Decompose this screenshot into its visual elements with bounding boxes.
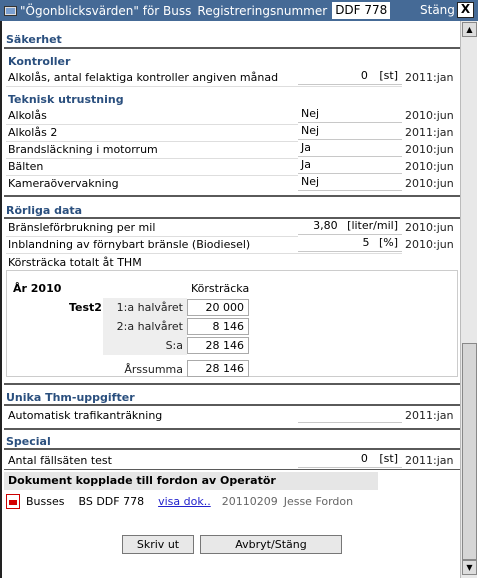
main-content: Säkerhet Kontroller Alkolås, antal felak… [0, 21, 460, 578]
row-value: 3,80 [liter/mil] [298, 219, 402, 235]
close-icon[interactable]: X [457, 2, 474, 18]
section-title-unika: Unika Thm-uppgifter [6, 391, 135, 404]
row-value: Nej [298, 107, 402, 123]
document-name: Busses [26, 494, 65, 508]
row-value-unit: [liter/mil] [347, 219, 398, 232]
row-date: 2010:jun [405, 109, 454, 122]
korstracka-col-header: Körsträcka [191, 282, 250, 295]
document-date: 20110209 [221, 494, 278, 508]
row-label: Inblandning av förnybart bränsle (Biodie… [8, 238, 251, 251]
row-divider [6, 86, 402, 87]
section-title-sakerhet: Säkerhet [6, 33, 62, 46]
row-date: 2010:jun [405, 160, 454, 173]
document-reg: BS DDF 778 [78, 494, 145, 508]
row-label: Antal fällsäten test [8, 454, 112, 467]
row-value-number: 3,80 [313, 219, 338, 232]
row-value-unit: [st] [379, 69, 398, 82]
section-title-special: Special [6, 435, 51, 448]
app-icon [3, 4, 17, 18]
subsection-title-kontroller: Kontroller [8, 55, 71, 68]
row-value: 0 [st] [298, 452, 402, 468]
korstracka-label: Körsträcka totalt åt THM [8, 256, 142, 269]
row-value: Nej [298, 175, 402, 191]
documents-header: Dokument kopplade till fordon av Operatö… [4, 472, 378, 490]
row-label: Brandsläckning i motorrum [8, 143, 158, 156]
korstracka-row-value: 8 146 [187, 318, 249, 335]
row-value-number: 0 [360, 452, 368, 465]
row-date: 2010:jun [405, 143, 454, 156]
korstracka-row-label: 1:a halvåret [116, 301, 183, 314]
row-value: 5 [%] [298, 236, 402, 252]
row-value: Nej [298, 124, 402, 140]
section-title-rorliga: Rörliga data [6, 204, 83, 217]
section-divider [4, 404, 460, 406]
korstracka-row-value: 20 000 [187, 299, 249, 316]
section-divider [4, 383, 460, 385]
print-button[interactable]: Skriv ut [122, 535, 194, 554]
document-user: Jesse Fordon [283, 494, 354, 508]
korstracka-name: Test2 [69, 301, 102, 314]
row-value: Ja [298, 158, 402, 174]
row-label: Alkolås 2 [8, 126, 58, 139]
korstracka-row-value: 28 146 [187, 337, 249, 354]
row-date: 2010:jun [405, 238, 454, 251]
scroll-up-icon[interactable]: ▲ [462, 22, 477, 37]
row-value [298, 407, 402, 423]
row-value-number: 5 [362, 236, 370, 249]
korstracka-table: År 2010 Körsträcka Test2 1:a halvåret 20… [6, 270, 458, 377]
view-document-link[interactable]: visa dok.. [158, 495, 211, 508]
scroll-down-icon[interactable]: ▼ [462, 560, 477, 575]
row-label: Automatisk trafikanträkning [8, 409, 163, 422]
close-label[interactable]: Stäng [420, 3, 455, 17]
section-divider [4, 195, 460, 197]
section-divider [4, 47, 460, 49]
row-value: Ja [298, 141, 402, 157]
korstracka-year: År 2010 [13, 282, 62, 295]
row-label: Bränsleförbrukning per mil [8, 221, 156, 234]
section-divider [4, 469, 460, 470]
arssumma-value: 28 146 [187, 360, 249, 377]
pdf-icon [6, 493, 20, 509]
row-label: Alkolås [8, 109, 47, 122]
korstracka-row-label: S:a [165, 339, 183, 352]
scrollbar-thumb[interactable] [462, 343, 477, 560]
document-item: Busses BS DDF 778 visa dok.. 20110209 Je… [6, 493, 353, 509]
row-label: Alkolås, antal felaktiga kontroller angi… [8, 71, 279, 84]
row-date: 2011:jan [405, 454, 454, 467]
subsection-title-teknisk: Teknisk utrustning [8, 93, 124, 106]
korstracka-row-label: 2:a halvåret [116, 320, 183, 333]
row-date: 2010:jun [405, 221, 454, 234]
row-divider [6, 253, 402, 254]
cancel-close-button[interactable]: Avbryt/Stäng [200, 535, 342, 554]
row-label: Bälten [8, 160, 44, 173]
row-value: 0 [st] [298, 69, 402, 85]
row-value-unit: [%] [378, 236, 398, 249]
arssumma-label: Årssumma [124, 363, 183, 376]
row-date: 2010:jun [405, 177, 454, 190]
section-divider [4, 428, 460, 430]
reg-number-label: Registreringsnummer [197, 3, 328, 18]
row-label: Kameraövervakning [8, 177, 119, 190]
reg-number-value: DDF 778 [332, 2, 391, 19]
vertical-scrollbar[interactable]: ▲ ▼ [460, 21, 477, 578]
section-divider [4, 448, 460, 450]
row-value-unit: [st] [379, 452, 398, 465]
row-date: 2011:jan [405, 71, 454, 84]
window-titlebar: "Ögonblicksvärden" för Buss Registrering… [0, 0, 478, 21]
row-value-number: 0 [360, 69, 368, 82]
row-date: 2011:jan [405, 409, 454, 422]
window-title: "Ögonblicksvärden" för Buss [20, 3, 192, 18]
row-date: 2011:jan [405, 126, 454, 139]
